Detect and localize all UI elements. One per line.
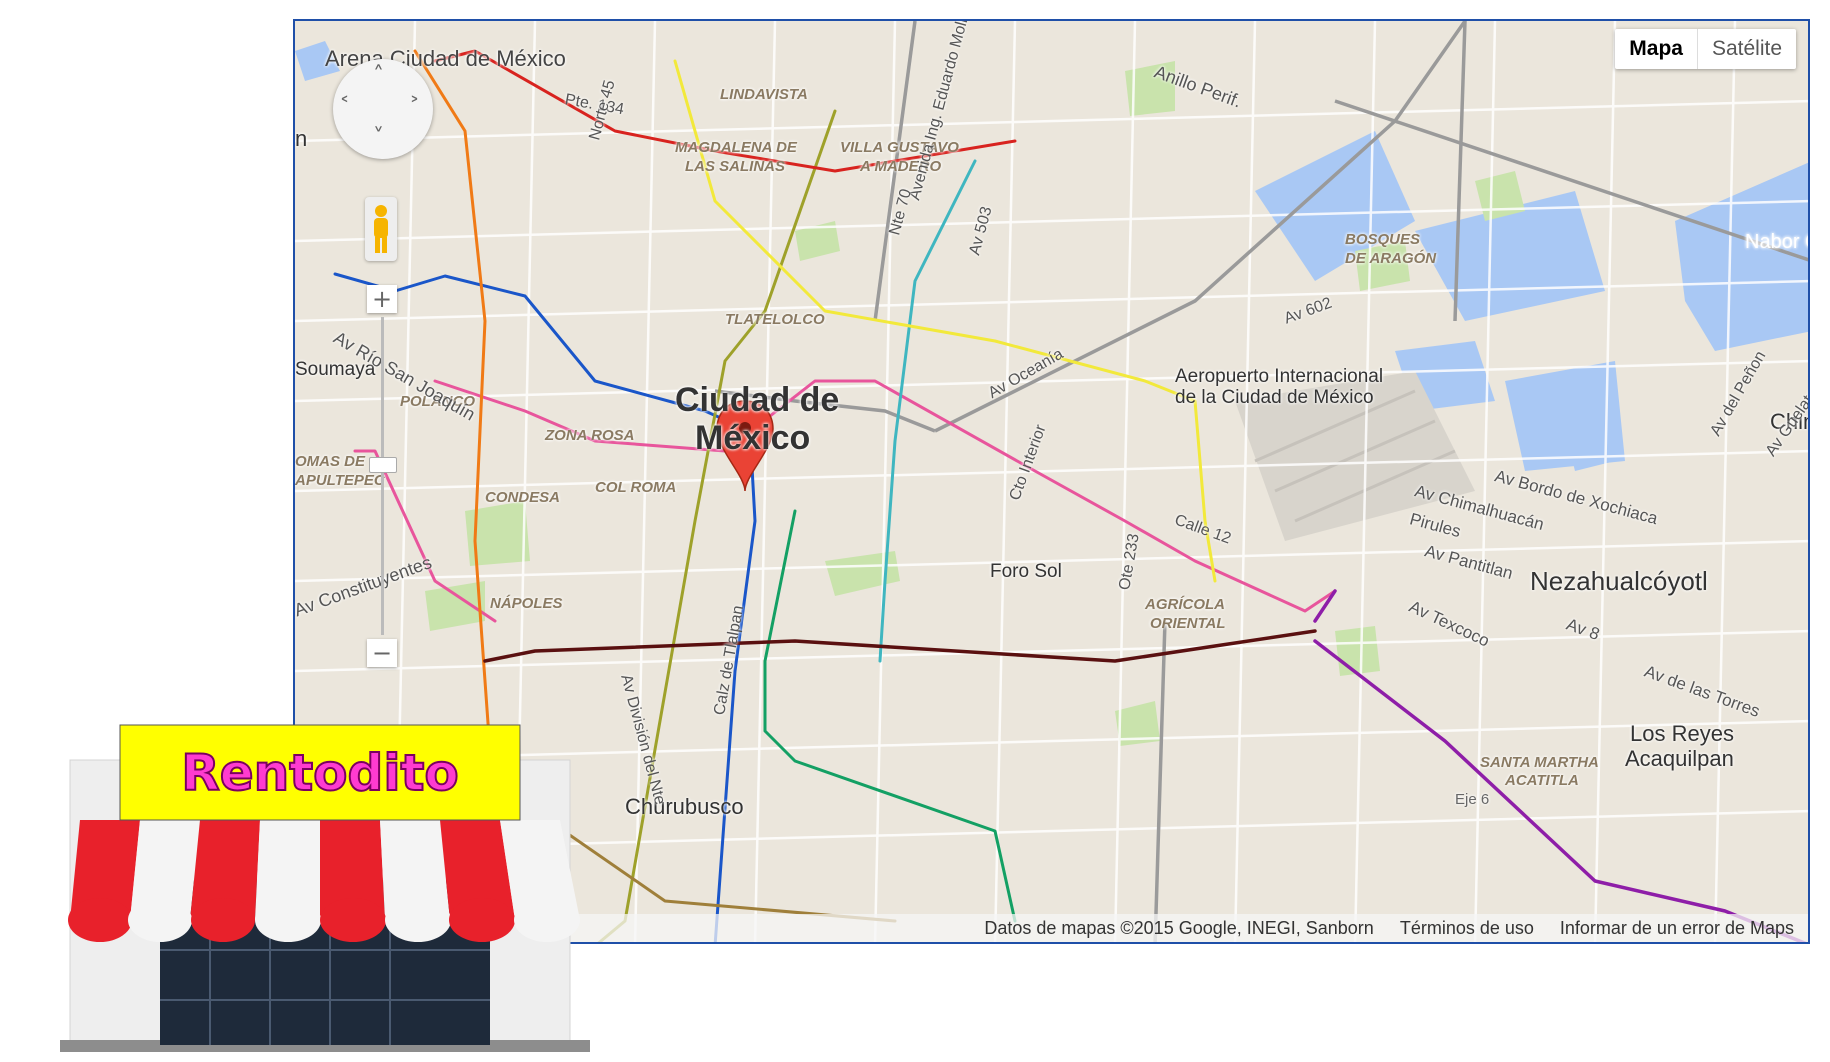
map-place-label: ORIENTAL [1150,615,1226,632]
map-place-label: COL ROMA [595,479,677,496]
zoom-in-button[interactable]: + [367,285,397,313]
map-place-label: de la Ciudad de México [1175,387,1374,408]
map-type-satellite-button[interactable]: Satélite [1698,29,1796,69]
zoom-slider-thumb[interactable] [369,457,397,473]
pegman-icon[interactable] [365,197,397,261]
map-place-label: Eje 6 [1455,791,1490,808]
map-place-label: n [295,126,308,151]
map-place-label: OMAS DE [295,453,366,470]
pan-up-icon[interactable]: ˄ [373,63,384,88]
map-place-label: APULTEPEC [295,472,385,489]
map-place-label: AGRÍCOLA [1145,596,1225,613]
map-place-label: NÁPOLES [490,595,563,612]
map-place-label: ZONA ROSA [545,427,635,444]
map-type-control: Mapa Satélite [1615,29,1796,69]
map-place-label: SANTA MARTHA [1480,754,1599,771]
map-type-mapa-button[interactable]: Mapa [1615,29,1698,69]
zoom-slider-track[interactable] [381,317,384,635]
rentodito-store-illustration: Rentodito [60,720,595,1057]
map-place-label: MAGDALENA DE [675,139,797,156]
zoom-out-button[interactable]: − [367,639,397,667]
map-place-label: ACATITLA [1505,772,1579,789]
report-error-link[interactable]: Informar de un error de Maps [1560,914,1794,942]
map-place-label: Ciudad de [675,381,840,419]
pan-left-icon[interactable]: ˂ [339,95,350,120]
map-place-label: Foro Sol [990,561,1062,582]
map-place-label: Nabor Carr [1745,231,1808,253]
map-place-label: Nezahualcóyotl [1530,566,1708,596]
map-place-label: VILLA GUSTAVO [840,139,959,156]
map-place-label: Los Reyes [1630,721,1734,746]
map-place-label: LINDAVISTA [720,86,808,103]
map-attribution: Datos de mapas ©2015 Google, INEGI, Sanb… [984,918,1374,938]
map-place-label: Acaquilpan [1625,746,1734,771]
pan-down-icon[interactable]: ˅ [373,125,384,150]
map-place-label: CONDESA [485,489,561,506]
map-place-label: México [695,419,811,457]
map-place-label: DE ARAGÓN [1345,250,1437,267]
map-place-label: Churubusco [625,794,744,819]
terms-link[interactable]: Términos de uso [1400,914,1534,942]
pan-control[interactable]: ˄ ˂ ˃ ˅ [333,59,433,159]
pan-right-icon[interactable]: ˃ [409,95,420,120]
map-place-label: Aeropuerto Internacional [1175,366,1384,387]
map-place-label: BOSQUES [1345,231,1421,248]
store-sign-text: Rentodito [181,744,458,802]
map-place-label: LAS SALINAS [685,158,786,175]
map-place-label: TLATELOLCO [725,311,825,328]
